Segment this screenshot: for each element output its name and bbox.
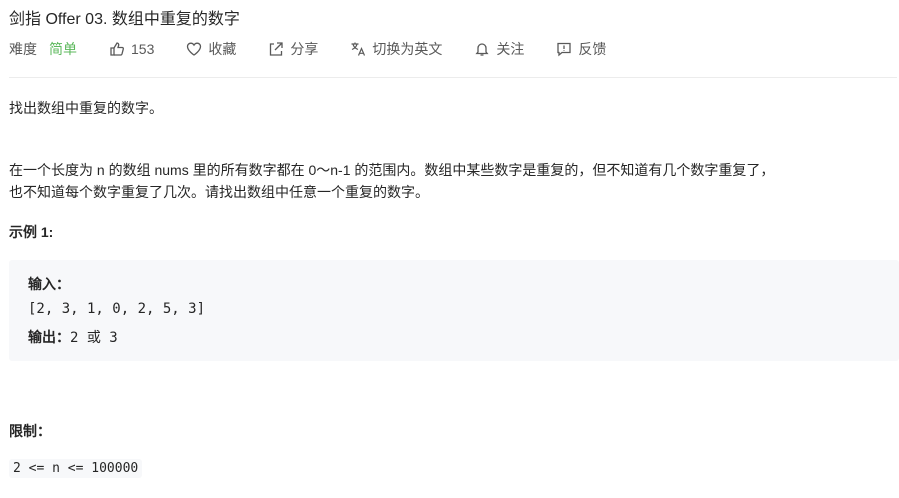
feedback-button[interactable]: 反馈 [556, 39, 606, 59]
divider [9, 77, 897, 78]
feedback-icon [557, 42, 572, 57]
share-button[interactable]: 分享 [268, 39, 318, 59]
example-block: 输入： [2, 3, 1, 0, 2, 5, 3] 输出：2 或 3 [9, 260, 899, 361]
follow-button[interactable]: 关注 [474, 39, 524, 59]
limit-value: 2 <= n <= 100000 [9, 459, 143, 478]
favorite-label: 收藏 [208, 41, 237, 57]
feedback-label: 反馈 [578, 41, 607, 57]
translate-icon [351, 42, 366, 56]
limit-heading: 限制： [9, 423, 51, 439]
share-icon [270, 42, 284, 56]
problem-description: 在一个长度为 n 的数组 nums 里的所有数字都在 0～n-1 的范围内。数组… [9, 159, 897, 203]
example-output-label: 输出： [28, 329, 70, 345]
share-label: 分享 [290, 41, 319, 57]
favorite-button[interactable]: 收藏 [186, 39, 236, 59]
example-input-label: 输入： [28, 276, 70, 292]
bell-icon [475, 43, 489, 56]
example-heading: 示例 1: [9, 224, 54, 240]
translate-button[interactable]: 切换为英文 [350, 39, 442, 59]
thumbs-up-icon [110, 42, 124, 56]
translate-label: 切换为英文 [372, 41, 443, 57]
problem-toolbar: 难度 简单 153 收藏 分享 切换为英文 关注 反馈 [9, 38, 638, 60]
example-output-value: 2 或 3 [70, 330, 118, 346]
problem-title: 剑指 Offer 03. 数组中重复的数字 [9, 11, 240, 28]
example-input-value: [2, 3, 1, 0, 2, 5, 3] [28, 301, 206, 317]
heart-icon [187, 42, 202, 56]
difficulty-badge: 简单 [49, 41, 77, 57]
difficulty-label: 难度 [9, 41, 37, 57]
like-count: 153 [131, 41, 155, 57]
description-line-1: 在一个长度为 n 的数组 nums 里的所有数字都在 0～n-1 的范围内。数组… [9, 162, 775, 178]
follow-label: 关注 [496, 41, 525, 57]
problem-intro: 找出数组中重复的数字。 [9, 100, 163, 116]
like-button[interactable]: 153 [109, 41, 154, 57]
example-output: 输出：2 或 3 [28, 327, 118, 347]
description-line-2: 也不知道每个数字重复了几次。请找出数组中任意一个重复的数字。 [9, 184, 429, 200]
